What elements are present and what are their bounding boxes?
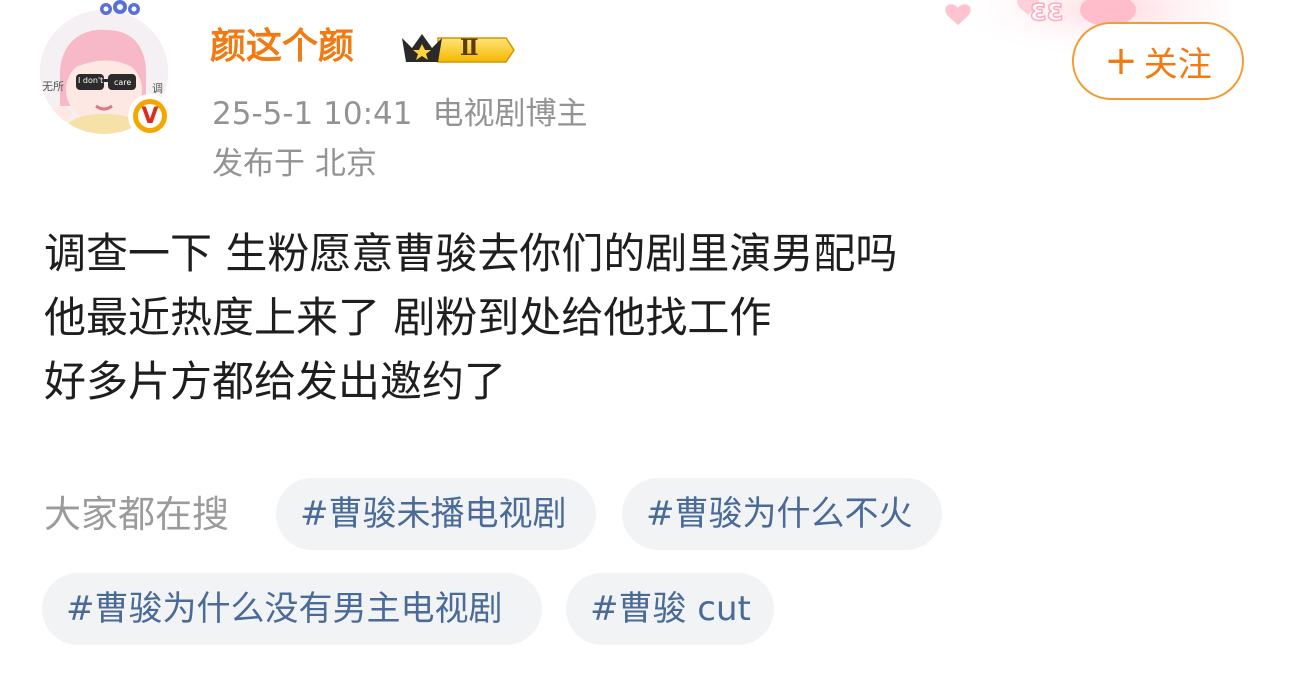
verified-badge-icon: V [128,94,172,138]
post-body: 调查一下 生粉愿意曹骏去你们的剧里演男配吗 他最近热度上来了 剧粉到处给他找工作… [44,222,1244,414]
trending-search-label: 大家都在搜 [44,493,229,536]
author-role: 电视剧博主 [432,96,588,132]
svg-text:ɛɛ: ɛɛ [1030,0,1063,28]
post-location: 发布于 北京 [212,146,377,182]
follow-button-label: 关注 [1143,44,1212,85]
avatar-glasses-text-left: I don't [78,76,104,85]
post-body-line: 调查一下 生粉愿意曹骏去你们的剧里演男配吗 [44,229,898,278]
vip-crown-badge[interactable]: Ⅱ [398,30,516,70]
search-tag[interactable]: #曹骏 cut [566,573,774,645]
follow-button[interactable]: + 关注 [1072,22,1244,100]
avatar-glasses-text-right: care [114,78,132,87]
post-date: 25-5-1 10:41 [212,96,413,132]
post-body-line: 他最近热度上来了 剧粉到处给他找工作 [44,293,772,342]
plus-icon: + [1104,38,1138,84]
crown-icon [402,34,515,63]
post-meta: 25-5-1 10:41 电视剧博主 [212,92,587,136]
avatar-side-text-left: 无所 [42,80,64,93]
search-tag[interactable]: #曹骏为什么没有男主电视剧 [42,573,542,645]
avatar-bow-icon [100,0,140,15]
search-tag[interactable]: #曹骏为什么不火 [622,478,942,550]
post-body-line: 好多片方都给发出邀约了 [44,357,507,406]
verified-mark: V [138,104,162,129]
search-tag[interactable]: #曹骏未播电视剧 [276,478,596,550]
vip-level: Ⅱ [460,35,479,61]
author-name[interactable]: 颜这个颜 [210,22,354,72]
